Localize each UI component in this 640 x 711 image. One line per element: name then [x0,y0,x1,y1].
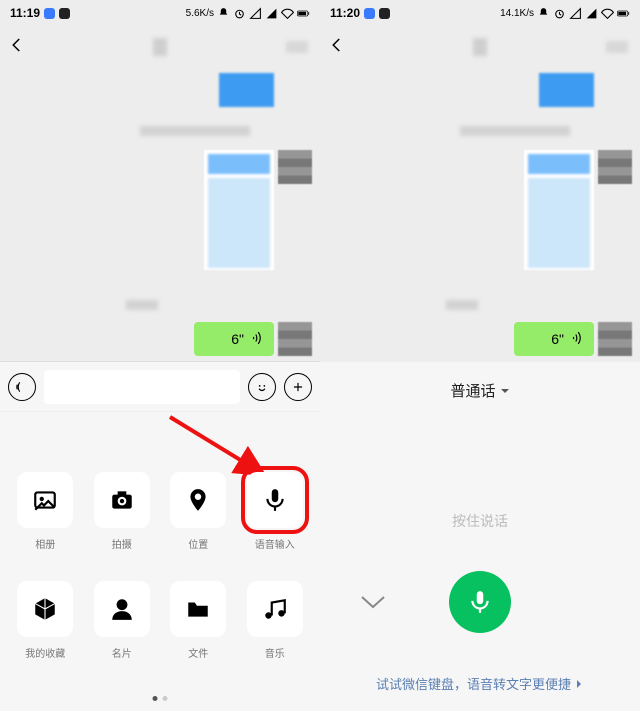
chat-area[interactable]: 6" [320,68,640,361]
bell-mute-icon [537,7,550,20]
text-blurred [140,126,250,136]
signal-icon [265,7,278,20]
image-icon [17,472,73,528]
time: 11:20 [330,6,360,20]
status-bar: 11:19 5.6K/s [0,0,320,26]
chat-area[interactable]: 6" [0,68,320,361]
message-input[interactable] [44,370,240,404]
cube-icon [17,581,73,637]
chat-title-blurred [153,38,167,56]
voice-message-bubble[interactable]: 6" [514,322,594,356]
collapse-icon[interactable] [358,593,388,616]
attach-item-person[interactable]: 名片 [89,581,156,660]
attach-item-cube[interactable]: 我的收藏 [12,581,79,660]
voice-duration: 6" [231,331,244,347]
nav-bar [0,26,320,68]
battery-icon [617,7,630,20]
attach-item-music[interactable]: 音乐 [242,581,309,660]
signal-icon [249,7,262,20]
wifi-off-icon [601,7,614,20]
time: 11:19 [10,6,40,20]
voice-message-bubble[interactable]: 6" [194,322,274,356]
wifi-off-icon [281,7,294,20]
attach-item-label: 拍摄 [112,536,132,551]
status-dot-icon [44,8,55,19]
caret-down-icon [500,386,510,396]
camera-icon [94,472,150,528]
music-icon [247,581,303,637]
image-bubble-blurred [539,73,594,107]
text-blurred [460,126,570,136]
attach-panel: 相册 拍摄 位置 语音输入我的收藏 名片 文件 音乐 [0,411,320,711]
battery-icon [297,7,310,20]
voice-duration: 6" [551,331,564,347]
input-bar [0,361,320,411]
avatar-pixelated [598,150,632,184]
net-speed: 14.1K/s [500,8,534,19]
panel-left: 11:19 5.6K/s 6" [0,0,320,711]
sound-wave-icon [570,331,584,348]
attach-item-label: 我的收藏 [25,645,65,660]
nav-bar [320,26,640,68]
status-dot-icon [364,8,375,19]
attach-item-label: 位置 [188,536,208,551]
folder-icon [170,581,226,637]
person-icon [94,581,150,637]
card-bubble-blurred [204,150,274,270]
nav-menu-blurred [606,41,628,53]
net-speed: 5.6K/s [186,8,214,19]
chat-title-blurred [473,38,487,56]
avatar-pixelated [598,322,632,356]
attach-item-camera[interactable]: 拍摄 [89,472,156,551]
alarm-icon [233,7,246,20]
mic-icon [247,472,303,528]
page-dots [153,696,168,701]
image-bubble-blurred [219,73,274,107]
nav-menu-blurred [286,41,308,53]
mic-record-button[interactable] [449,571,511,633]
back-button[interactable] [8,36,26,59]
status-bar: 11:20 14.1K/s [320,0,640,26]
attach-item-label: 文件 [188,645,208,660]
hold-to-talk-hint: 按住说话 [452,511,508,531]
attach-item-folder[interactable]: 文件 [165,581,232,660]
attach-item-pin[interactable]: 位置 [165,472,232,551]
signal-icon [585,7,598,20]
emoji-icon[interactable] [248,373,276,401]
plus-icon[interactable] [284,373,312,401]
attach-item-label: 语音输入 [255,536,295,551]
attach-item-label: 音乐 [265,645,285,660]
alarm-icon [553,7,566,20]
voice-toggle-icon[interactable] [8,373,36,401]
voice-input-panel: 普通话 按住说话 试试微信键盘，语音转文字更便捷 [320,361,640,711]
card-bubble-blurred [524,150,594,270]
text-blurred [126,300,158,310]
chevron-right-icon [574,679,584,689]
attach-item-label: 名片 [112,645,132,660]
panel-right: 11:20 14.1K/s 6" [320,0,640,711]
sound-wave-icon [250,331,264,348]
attach-item-label: 相册 [35,536,55,551]
attach-item-mic[interactable]: 语音输入 [242,472,309,551]
language-label: 普通话 [450,380,495,401]
signal-icon [569,7,582,20]
pin-icon [170,472,226,528]
bell-mute-icon [217,7,230,20]
language-dropdown[interactable]: 普通话 [450,380,509,401]
back-button[interactable] [328,36,346,59]
status-dot-icon [59,8,70,19]
text-blurred [446,300,478,310]
attach-item-image[interactable]: 相册 [12,472,79,551]
keyboard-promo-link[interactable]: 试试微信键盘，语音转文字更便捷 [376,674,584,693]
avatar-pixelated [278,322,312,356]
status-dot-icon [379,8,390,19]
avatar-pixelated [278,150,312,184]
